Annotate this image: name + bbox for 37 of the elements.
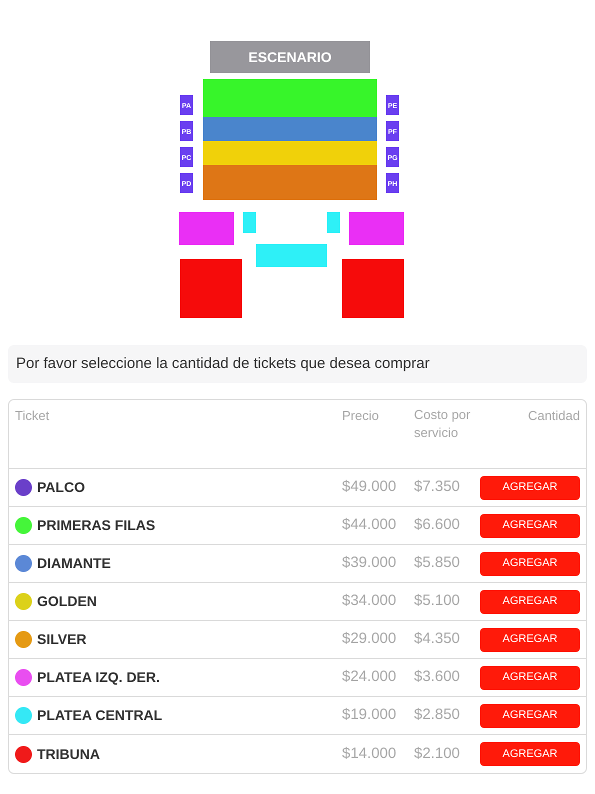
column-header: Precio bbox=[342, 407, 380, 425]
service-fee: $5.100 bbox=[414, 591, 461, 612]
add-button[interactable]: AGREGAR bbox=[480, 476, 580, 500]
add-button[interactable]: AGREGAR bbox=[480, 742, 580, 766]
add-button[interactable]: AGREGAR bbox=[480, 628, 580, 652]
column-header: Cantidad bbox=[528, 407, 580, 425]
ticket-name: PRIMERAS FILAS bbox=[37, 516, 156, 535]
price: $14.000 bbox=[342, 744, 398, 764]
price: $44.000 bbox=[342, 515, 398, 536]
column-header: Ticket bbox=[15, 407, 50, 425]
service-fee: $6.600 bbox=[414, 515, 461, 536]
ticket-name: SILVER bbox=[37, 630, 88, 649]
price: $39.000 bbox=[342, 553, 398, 574]
ticket-name: PLATEA IZQ. DER. bbox=[37, 668, 161, 687]
add-button[interactable]: AGREGAR bbox=[480, 704, 580, 728]
add-button[interactable]: AGREGAR bbox=[480, 666, 580, 690]
ticket-name: DIAMANTE bbox=[37, 554, 112, 573]
ticket-name: GOLDEN bbox=[37, 592, 98, 611]
add-button[interactable]: AGREGAR bbox=[480, 590, 580, 614]
service-fee: $5.850 bbox=[414, 553, 461, 574]
service-fee: $4.350 bbox=[414, 629, 461, 650]
service-fee: $7.350 bbox=[414, 477, 461, 498]
column-header: Costo por servicio bbox=[414, 406, 472, 442]
prompt-banner: Por favor seleccione la cantidad de tickets que desea comprar bbox=[8, 345, 587, 383]
ticket-name: PLATEA CENTRAL bbox=[37, 706, 164, 725]
service-fee: $2.100 bbox=[414, 744, 461, 764]
service-fee: $3.600 bbox=[414, 667, 461, 688]
add-button[interactable]: AGREGAR bbox=[480, 514, 580, 538]
add-button[interactable]: AGREGAR bbox=[480, 552, 580, 576]
ticket-name: PALCO bbox=[37, 478, 86, 497]
price: $19.000 bbox=[342, 705, 398, 726]
price: $29.000 bbox=[342, 629, 398, 650]
price: $34.000 bbox=[342, 591, 398, 612]
ticket-name: TRIBUNA bbox=[37, 744, 101, 764]
price: $24.000 bbox=[342, 667, 398, 688]
service-fee: $2.850 bbox=[414, 705, 461, 726]
price: $49.000 bbox=[342, 477, 398, 498]
